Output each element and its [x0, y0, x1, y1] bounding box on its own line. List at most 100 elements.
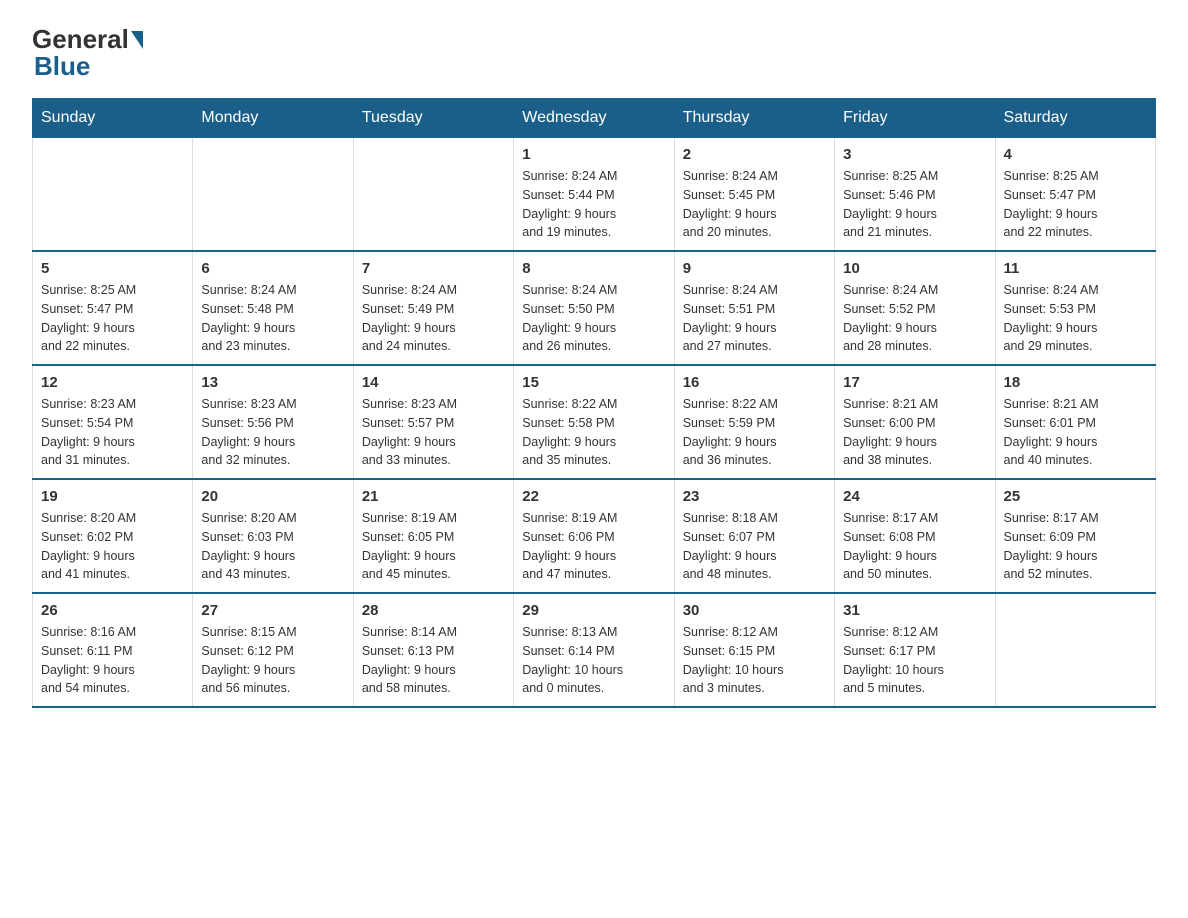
day-number: 26: [41, 602, 184, 619]
calendar-cell: 15Sunrise: 8:22 AMSunset: 5:58 PMDayligh…: [514, 365, 674, 479]
header-thursday: Thursday: [674, 99, 834, 138]
calendar-cell: 29 Sunrise: 8:13 AMSunset: 6:14 PMDayligh…: [514, 593, 674, 707]
day-number: 31: [843, 602, 986, 619]
day-info: Sunrise: 8:24 AMSunset: 5:51 PMDaylight:…: [683, 281, 826, 356]
day-number: 25: [1004, 488, 1147, 505]
header-saturday: Saturday: [995, 99, 1155, 138]
logo-blue-text: Blue: [34, 51, 90, 82]
calendar-cell: 21 Sunrise: 8:19 AMSunset: 6:05 PMDayligh…: [353, 479, 513, 593]
calendar-cell: 13 Sunrise: 8:23 AMSunset: 5:56 PMDayligh…: [193, 365, 353, 479]
day-info: Sunrise: 8:25 AMSunset: 5:47 PMDaylight:…: [1004, 167, 1147, 242]
day-number: 9: [683, 260, 826, 277]
header-monday: Monday: [193, 99, 353, 138]
day-number: 23: [683, 488, 826, 505]
day-number: 4: [1004, 146, 1147, 163]
calendar-cell: [995, 593, 1155, 707]
day-number: 13: [201, 374, 344, 391]
day-number: 21: [362, 488, 505, 505]
calendar-cell: 7Sunrise: 8:24 AMSunset: 5:49 PMDaylight…: [353, 251, 513, 365]
day-number: 15: [522, 374, 665, 391]
day-info: Sunrise: 8:17 AMSunset: 6:08 PMDaylight:…: [843, 509, 986, 584]
calendar-cell: 23Sunrise: 8:18 AMSunset: 6:07 PMDayligh…: [674, 479, 834, 593]
day-info: Sunrise: 8:20 AMSunset: 6:02 PMDaylight:…: [41, 509, 184, 584]
day-number: 17: [843, 374, 986, 391]
calendar-cell: 1Sunrise: 8:24 AMSunset: 5:44 PMDaylight…: [514, 138, 674, 252]
day-info: Sunrise: 8:14 AMSunset: 6:13 PMDaylight:…: [362, 623, 505, 698]
calendar-cell: 5 Sunrise: 8:25 AMSunset: 5:47 PMDaylight…: [33, 251, 193, 365]
header-friday: Friday: [835, 99, 995, 138]
day-info: Sunrise: 8:25 AMSunset: 5:46 PMDaylight:…: [843, 167, 986, 242]
calendar-cell: 27 Sunrise: 8:15 AMSunset: 6:12 PMDayligh…: [193, 593, 353, 707]
day-number: 2: [683, 146, 826, 163]
day-info: Sunrise: 8:23 AMSunset: 5:57 PMDaylight:…: [362, 395, 505, 470]
day-info: Sunrise: 8:23 AMSunset: 5:54 PMDaylight:…: [41, 395, 184, 470]
day-info: Sunrise: 8:20 AMSunset: 6:03 PMDaylight:…: [201, 509, 344, 584]
calendar-cell: 8Sunrise: 8:24 AMSunset: 5:50 PMDaylight…: [514, 251, 674, 365]
calendar-cell: 2 Sunrise: 8:24 AMSunset: 5:45 PMDaylight…: [674, 138, 834, 252]
day-info: Sunrise: 8:23 AMSunset: 5:56 PMDaylight:…: [201, 395, 344, 470]
calendar-cell: 3 Sunrise: 8:25 AMSunset: 5:46 PMDaylight…: [835, 138, 995, 252]
calendar-cell: 24 Sunrise: 8:17 AMSunset: 6:08 PMDayligh…: [835, 479, 995, 593]
day-number: 12: [41, 374, 184, 391]
day-info: Sunrise: 8:12 AMSunset: 6:15 PMDaylight:…: [683, 623, 826, 698]
day-number: 1: [522, 146, 665, 163]
day-number: 29: [522, 602, 665, 619]
day-info: Sunrise: 8:19 AMSunset: 6:06 PMDaylight:…: [522, 509, 665, 584]
calendar-week-row: 5 Sunrise: 8:25 AMSunset: 5:47 PMDaylight…: [33, 251, 1156, 365]
calendar-cell: [353, 138, 513, 252]
day-number: 28: [362, 602, 505, 619]
calendar-cell: 18Sunrise: 8:21 AMSunset: 6:01 PMDayligh…: [995, 365, 1155, 479]
day-info: Sunrise: 8:25 AMSunset: 5:47 PMDaylight:…: [41, 281, 184, 356]
day-info: Sunrise: 8:15 AMSunset: 6:12 PMDaylight:…: [201, 623, 344, 698]
calendar-cell: 16Sunrise: 8:22 AMSunset: 5:59 PMDayligh…: [674, 365, 834, 479]
day-info: Sunrise: 8:21 AMSunset: 6:00 PMDaylight:…: [843, 395, 986, 470]
day-number: 27: [201, 602, 344, 619]
header-sunday: Sunday: [33, 99, 193, 138]
day-info: Sunrise: 8:24 AMSunset: 5:45 PMDaylight:…: [683, 167, 826, 242]
calendar-cell: 26 Sunrise: 8:16 AMSunset: 6:11 PMDayligh…: [33, 593, 193, 707]
day-number: 8: [522, 260, 665, 277]
calendar-week-row: 19 Sunrise: 8:20 AMSunset: 6:02 PMDayligh…: [33, 479, 1156, 593]
calendar-table: Sunday Monday Tuesday Wednesday Thursday…: [32, 98, 1156, 708]
calendar-cell: 25 Sunrise: 8:17 AMSunset: 6:09 PMDayligh…: [995, 479, 1155, 593]
calendar-week-row: 26 Sunrise: 8:16 AMSunset: 6:11 PMDayligh…: [33, 593, 1156, 707]
logo-triangle-icon: [131, 31, 143, 49]
day-number: 6: [201, 260, 344, 277]
day-number: 3: [843, 146, 986, 163]
day-info: Sunrise: 8:24 AMSunset: 5:52 PMDaylight:…: [843, 281, 986, 356]
calendar-cell: [193, 138, 353, 252]
day-number: 24: [843, 488, 986, 505]
calendar-cell: 31 Sunrise: 8:12 AMSunset: 6:17 PMDayligh…: [835, 593, 995, 707]
day-number: 22: [522, 488, 665, 505]
calendar-cell: 22 Sunrise: 8:19 AMSunset: 6:06 PMDayligh…: [514, 479, 674, 593]
day-info: Sunrise: 8:17 AMSunset: 6:09 PMDaylight:…: [1004, 509, 1147, 584]
calendar-cell: 12 Sunrise: 8:23 AMSunset: 5:54 PMDayligh…: [33, 365, 193, 479]
page-header: General Blue: [32, 24, 1156, 82]
calendar-cell: 9 Sunrise: 8:24 AMSunset: 5:51 PMDaylight…: [674, 251, 834, 365]
day-info: Sunrise: 8:24 AMSunset: 5:53 PMDaylight:…: [1004, 281, 1147, 356]
weekday-header-row: Sunday Monday Tuesday Wednesday Thursday…: [33, 99, 1156, 138]
day-number: 19: [41, 488, 184, 505]
header-tuesday: Tuesday: [353, 99, 513, 138]
calendar-cell: 20Sunrise: 8:20 AMSunset: 6:03 PMDayligh…: [193, 479, 353, 593]
day-info: Sunrise: 8:12 AMSunset: 6:17 PMDaylight:…: [843, 623, 986, 698]
calendar-cell: 14Sunrise: 8:23 AMSunset: 5:57 PMDayligh…: [353, 365, 513, 479]
day-number: 5: [41, 260, 184, 277]
day-number: 7: [362, 260, 505, 277]
calendar-cell: 11 Sunrise: 8:24 AMSunset: 5:53 PMDayligh…: [995, 251, 1155, 365]
calendar-cell: 4 Sunrise: 8:25 AMSunset: 5:47 PMDaylight…: [995, 138, 1155, 252]
day-number: 18: [1004, 374, 1147, 391]
calendar-cell: 30 Sunrise: 8:12 AMSunset: 6:15 PMDayligh…: [674, 593, 834, 707]
day-info: Sunrise: 8:13 AMSunset: 6:14 PMDaylight:…: [522, 623, 665, 698]
calendar-cell: [33, 138, 193, 252]
day-number: 11: [1004, 260, 1147, 277]
day-info: Sunrise: 8:19 AMSunset: 6:05 PMDaylight:…: [362, 509, 505, 584]
calendar-week-row: 1Sunrise: 8:24 AMSunset: 5:44 PMDaylight…: [33, 138, 1156, 252]
day-number: 10: [843, 260, 986, 277]
day-number: 30: [683, 602, 826, 619]
day-info: Sunrise: 8:16 AMSunset: 6:11 PMDaylight:…: [41, 623, 184, 698]
logo: General Blue: [32, 24, 145, 82]
day-number: 16: [683, 374, 826, 391]
day-info: Sunrise: 8:24 AMSunset: 5:48 PMDaylight:…: [201, 281, 344, 356]
calendar-week-row: 12 Sunrise: 8:23 AMSunset: 5:54 PMDayligh…: [33, 365, 1156, 479]
